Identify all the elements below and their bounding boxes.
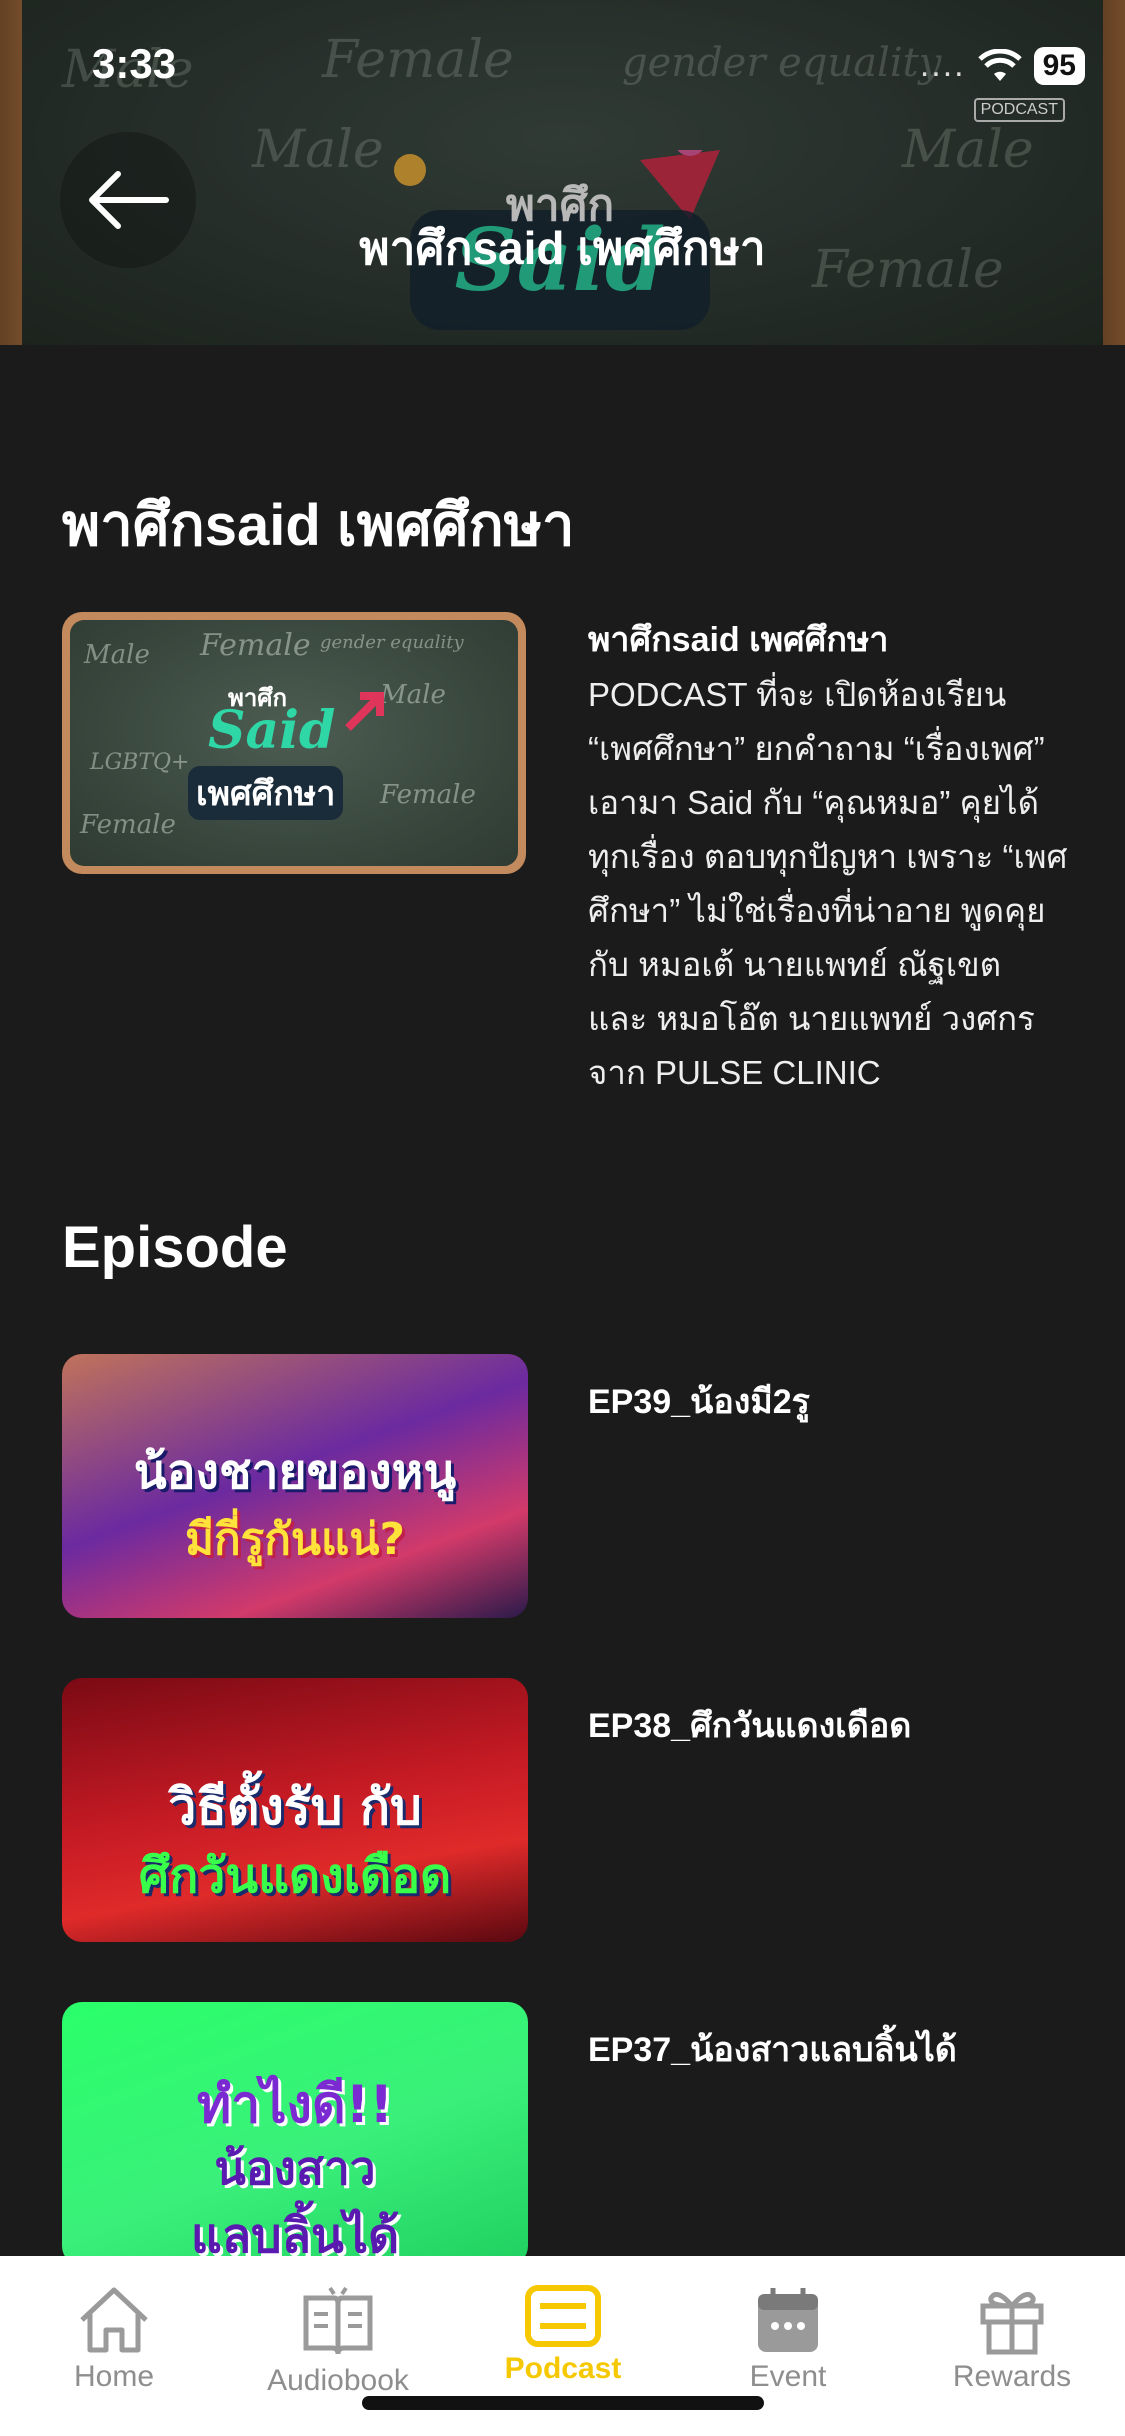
thumbnail-line2: มีกี่รูกันแน่? [185,1514,405,1565]
tab-rewards[interactable]: Rewards [932,2284,1092,2394]
episode-thumbnail: น้องชายของหนู มีกี่รูกันแน่? [62,1354,528,1618]
chalk-doodle: Male [380,680,446,710]
thumbnail-line2: ศึกวันแดงเดือด [138,1848,452,1904]
calendar-icon [758,2288,818,2352]
podcast-description: PODCAST ที่จะ เปิดห้องเรียน “เพศศึกษา” ย… [588,676,1068,1091]
episode-thumbnail: ทำไงดี!! น้องสาว แลบลิ้นได้ [62,2002,528,2266]
tab-event[interactable]: Event [708,2284,868,2394]
chalk-doodle: gender equality [320,632,464,653]
status-time: 3:33 [92,40,177,87]
podcast-badge: PODCAST [973,98,1065,122]
podcast-info-title: พาศึกsaid เพศศึกษา [588,621,889,659]
chalk-doodle: Female [380,780,476,810]
chalk-doodle: Male [84,640,150,670]
signal-icon: .... [919,46,966,84]
tab-label: Podcast [504,2352,622,2385]
status-indicators: .... 95 [920,46,1085,85]
episode-item[interactable]: ทำไงดี!! น้องสาว แลบลิ้นได้ EP37_น้องสาว… [62,2002,1062,2266]
cover-chalkboard: Male Female gender equality LGBTQ+ Male … [70,620,518,866]
tab-label: Home [73,2360,155,2393]
cover-logo-line3: เพศศึกษา [188,766,344,820]
episode-section-title: Episode [62,1215,288,1280]
episode-item[interactable]: น้องชายของหนู มีกี่รูกันแน่? EP39_น้องมี… [62,1354,1062,1618]
home-icon [80,2287,148,2353]
home-indicator [362,2396,764,2410]
book-icon [303,2286,373,2355]
tab-podcast[interactable]: Podcast [483,2284,643,2386]
tab-audiobook[interactable]: Audiobook [258,2284,418,2398]
chalk-doodle: Female [200,628,311,663]
podcast-icon [525,2285,601,2347]
tab-home[interactable]: Home [34,2284,194,2394]
gender-arrow-icon [345,692,384,731]
thumbnail-line1: น้องชายของหนู [133,1444,457,1500]
thumbnail-line1: วิธีตั้งรับ กับ [168,1778,422,1836]
episode-item[interactable]: วิธีตั้งรับ กับ ศึกวันแดงเดือด EP38_ศึกว… [62,1678,1062,1942]
episode-title: EP38_ศึกวันแดงเดือด [588,1707,912,1745]
page-title: พาศึกsaid เพศศึกษา [62,493,575,558]
episode-title: EP39_น้องมี2รู [588,1383,810,1421]
tab-label: Audiobook [267,2364,409,2397]
tab-label: Rewards [952,2360,1072,2393]
cover-logo-line2: Said [208,700,336,761]
episode-title: EP37_น้องสาวแลบลิ้นได้ [588,2031,957,2069]
episode-thumbnail: วิธีตั้งรับ กับ ศึกวันแดงเดือด [62,1678,528,1942]
battery-indicator: 95 [1033,46,1085,85]
thumbnail-line2: น้องสาว [214,2141,376,2195]
cover-logo: พาศึก Said เพศศึกษา [188,678,388,820]
podcast-cover-image: Male Female gender equality LGBTQ+ Male … [62,612,526,874]
chalk-doodle: LGBTQ+ [90,750,190,775]
chalk-doodle: Female [80,810,176,840]
header-title: พาศึกsaid เพศศึกษา [359,222,766,274]
gift-icon [980,2291,1044,2355]
wifi-icon [977,48,1022,81]
tab-label: Event [749,2360,827,2393]
